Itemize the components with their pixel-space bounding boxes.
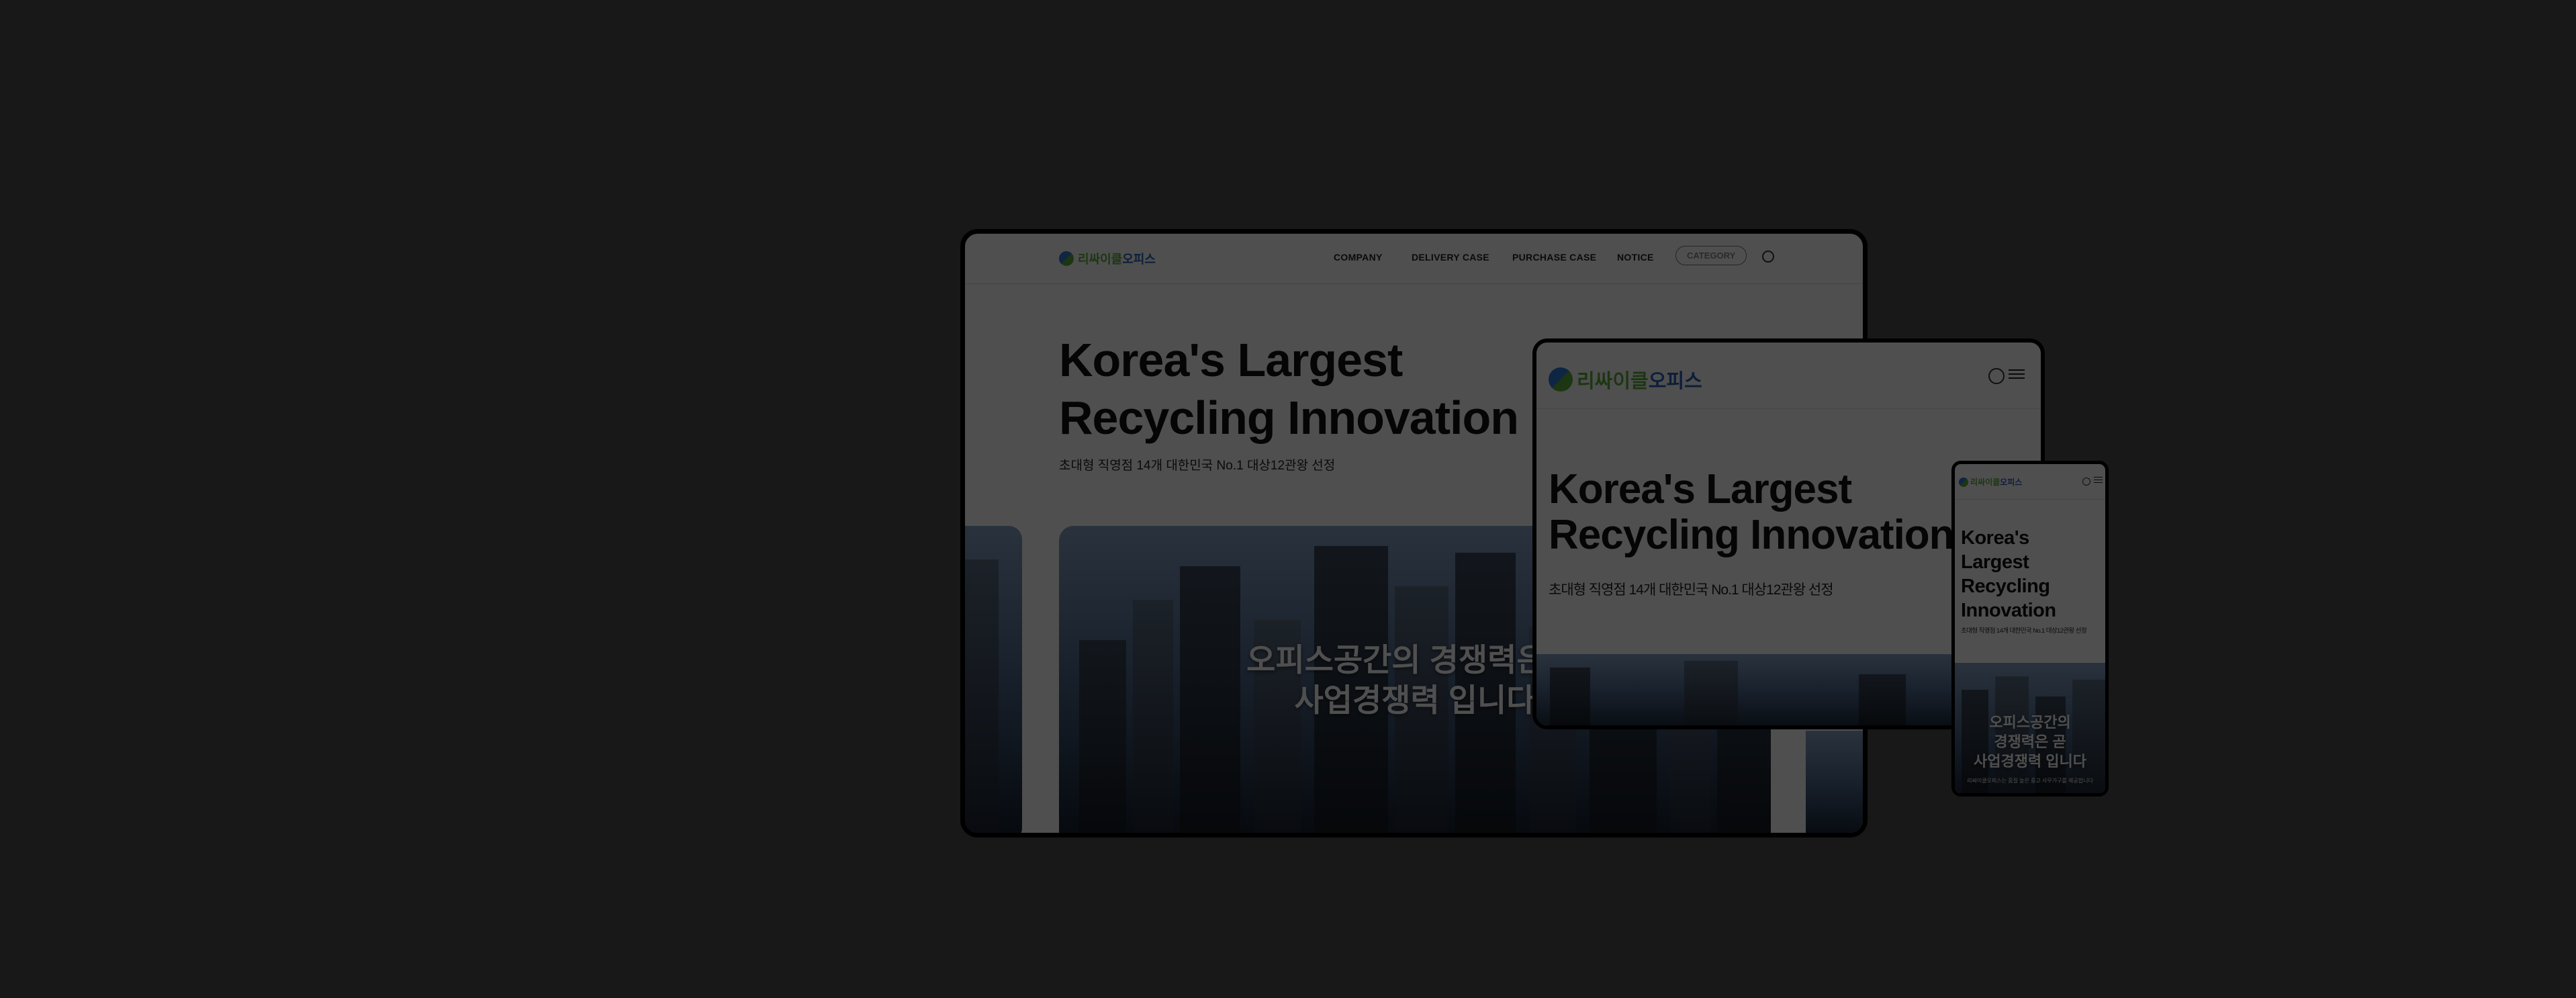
hamburger-icon[interactable] — [2094, 475, 2103, 485]
slide-prev[interactable] — [965, 526, 1022, 833]
mobile-banner-line3: 사업경쟁력 입니다 — [1973, 753, 2087, 770]
tablet-hero-subtitle: 초대형 직영점 14개 대한민국 No.1 대상12관왕 선정 — [1549, 582, 1834, 598]
mobile-title-line3: Recycling — [1961, 576, 2050, 597]
mobile-title-line1: Korea's — [1961, 527, 2029, 549]
mobile-banner-text: 오피스공간의 경쟁력은 곧 사업경쟁력 입니다 — [1955, 713, 2105, 771]
hero-title: Korea's Largest Recycling Innovation — [1059, 331, 1519, 447]
globe-icon[interactable] — [1762, 251, 1774, 263]
mobile-slide: 오피스공간의 경쟁력은 곧 사업경쟁력 입니다 리싸이클오피스는 품질 높은 중… — [1955, 663, 2105, 793]
mobile-hero-subtitle: 초대형 직영점 14개 대한민국 No.1 대상12관왕 선정 — [1961, 627, 2087, 635]
mobile-logo[interactable]: 리싸이클 오피스 — [1959, 476, 2022, 488]
nav-company[interactable]: COMPANY — [1334, 252, 1383, 263]
hero-title-line2: Recycling Innovation — [1059, 392, 1519, 444]
nav-notice[interactable]: NOTICE — [1617, 252, 1654, 263]
mobile-title-line4: Innovation — [1961, 600, 2056, 621]
mobile-hero-title: Korea's Largest Recycling Innovation — [1961, 526, 2056, 623]
logo-mark-icon — [1059, 251, 1074, 266]
hero-title-line1: Korea's Largest — [1059, 334, 1403, 386]
slide-next[interactable] — [1806, 731, 1863, 833]
tablet-hero-title: Korea's Largest Recycling Innovation — [1549, 466, 1955, 558]
mobile-frame: 리싸이클 오피스 Korea's Largest Recycling Innova… — [1951, 461, 2109, 797]
logo-text-blue: 오피스 — [1648, 371, 1702, 392]
mobile-banner-line2: 경쟁력은 곧 — [1994, 733, 2066, 750]
globe-icon[interactable] — [2082, 478, 2090, 486]
logo-text-blue: 오피스 — [2000, 478, 2023, 487]
mobile-title-line2: Largest — [1961, 551, 2029, 573]
hero-title-line2: Recycling Innovation — [1549, 512, 1955, 558]
desktop-header: 리싸이클 오피스 COMPANY DELIVERY CASE PURCHASE C… — [965, 234, 1863, 284]
nav-delivery-case[interactable]: DELIVERY CASE — [1412, 252, 1489, 263]
nav-purchase-case[interactable]: PURCHASE CASE — [1512, 252, 1596, 263]
mobile-header: 리싸이클 오피스 — [1955, 464, 2105, 500]
mobile-banner-line1: 오피스공간의 — [1989, 714, 2071, 731]
logo-text-green: 리싸이클 — [1078, 253, 1123, 266]
logo[interactable]: 리싸이클 오피스 — [1059, 250, 1156, 267]
hamburger-icon[interactable] — [2009, 367, 2025, 381]
logo-text-green: 리싸이클 — [1577, 371, 1649, 392]
logo-mark-icon — [1959, 477, 1968, 487]
tablet-header: 리싸이클 오피스 — [1536, 343, 2041, 409]
mobile-banner-caption: 리싸이클오피스는 품질 높은 중고 사무가구를 제공합니다 — [1967, 778, 2093, 784]
logo-mark-icon — [1549, 367, 1573, 392]
tablet-logo[interactable]: 리싸이클 오피스 — [1549, 365, 1702, 394]
logo-text-blue: 오피스 — [1122, 253, 1156, 266]
page-root: { "brand": { "logo_text_green": "리싸이클", … — [0, 0, 2576, 998]
category-button[interactable]: CATEGORY — [1675, 246, 1747, 265]
globe-icon[interactable] — [1988, 368, 2005, 384]
hero-title-line1: Korea's Largest — [1549, 466, 1852, 512]
logo-text-green: 리싸이클 — [1970, 478, 2000, 487]
hero-subtitle: 초대형 직영점 14개 대한민국 No.1 대상12관왕 선정 — [1059, 459, 1336, 473]
